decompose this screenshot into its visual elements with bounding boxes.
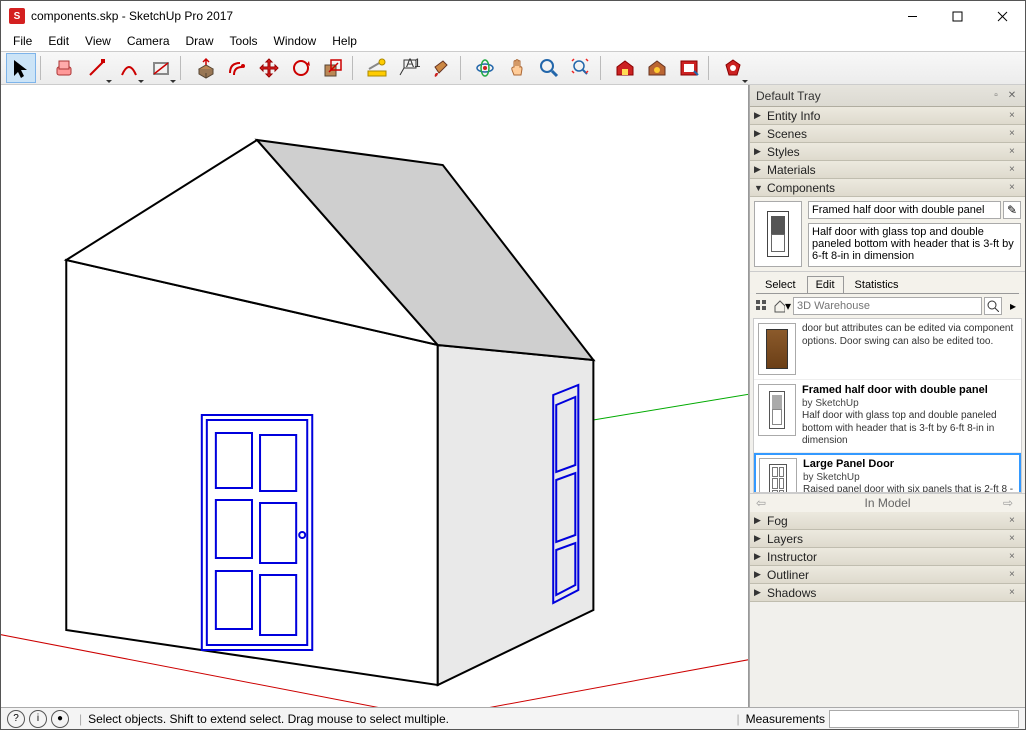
text-tool[interactable]: A1 [394,53,424,83]
panel-components[interactable]: ▼Components× [750,179,1025,197]
tab-edit[interactable]: Edit [807,276,844,294]
eraser-tool[interactable] [50,53,80,83]
viewport[interactable] [1,85,749,707]
component-desc-field[interactable]: Half door with glass top and double pane… [808,223,1021,267]
info-icon[interactable]: i [29,710,47,728]
tray-close-icon[interactable]: ✕ [1005,89,1019,103]
minimize-button[interactable] [890,1,935,31]
rotate-tool[interactable] [286,53,316,83]
offset-tool[interactable] [222,53,252,83]
list-item[interactable]: Framed half door with double panel by Sk… [754,380,1021,453]
nav-row: ⇦ In Model ⇨ [750,493,1025,512]
svg-text:A1: A1 [406,57,420,70]
user-icon[interactable]: ● [51,710,69,728]
search-row: ▾ ▸ [750,294,1025,318]
pan-tool[interactable] [502,53,532,83]
home-icon[interactable]: ▾ [773,297,791,315]
panel-entity-info[interactable]: ▶Entity Info× [750,107,1025,125]
help-icon[interactable]: ? [7,710,25,728]
pin-icon[interactable]: ▫ [989,89,1003,103]
maximize-button[interactable] [935,1,980,31]
separator [352,56,358,80]
zoom-tool[interactable] [534,53,564,83]
line-tool[interactable] [82,53,112,83]
close-button[interactable] [980,1,1025,31]
titlebar: S components.skp - SketchUp Pro 2017 [1,1,1025,31]
measurements-label: Measurements [746,712,825,726]
nav-next-icon[interactable]: ⇨ [1003,496,1019,510]
panel-fog[interactable]: ▶Fog× [750,512,1025,530]
paint-tool[interactable] [426,53,456,83]
nav-prev-icon[interactable]: ⇦ [756,496,772,510]
tray-title[interactable]: Default Tray ▫ ✕ [750,85,1025,107]
tape-tool[interactable] [362,53,392,83]
statusbar: ? i ● | Select objects. Shift to extend … [1,707,1025,729]
extension-warehouse-tool[interactable] [642,53,672,83]
warehouse-tool[interactable] [610,53,640,83]
pushpull-tool[interactable] [190,53,220,83]
panel-materials[interactable]: ▶Materials× [750,161,1025,179]
menu-file[interactable]: File [5,32,40,50]
scale-tool[interactable] [318,53,348,83]
menubar: File Edit View Camera Draw Tools Window … [1,31,1025,51]
measurements-field[interactable] [829,710,1019,728]
component-tabs: Select Edit Statistics [750,272,1025,293]
status-hint: Select objects. Shift to extend select. … [88,712,730,726]
orbit-tool[interactable] [470,53,500,83]
menu-tools[interactable]: Tools [222,32,266,50]
panel-instructor[interactable]: ▶Instructor× [750,548,1025,566]
separator [460,56,466,80]
search-button[interactable] [984,297,1002,315]
separator [180,56,186,80]
panel-shadows[interactable]: ▶Shadows× [750,584,1025,602]
menu-help[interactable]: Help [324,32,365,50]
toolbar: A1 [1,51,1025,85]
panel-scenes[interactable]: ▶Scenes× [750,125,1025,143]
panel-outliner[interactable]: ▶Outliner× [750,566,1025,584]
menu-view[interactable]: View [77,32,119,50]
menu-window[interactable]: Window [266,32,325,50]
nav-label: In Model [772,496,1003,510]
app-icon: S [9,8,25,24]
tray-title-label: Default Tray [756,89,821,103]
rectangle-tool[interactable] [146,53,176,83]
panel-styles[interactable]: ▶Styles× [750,143,1025,161]
component-list[interactable]: door but attributes can be edited via co… [753,318,1022,493]
component-name-field[interactable] [808,201,1001,219]
search-input[interactable] [793,297,982,315]
select-tool[interactable] [6,53,36,83]
menu-edit[interactable]: Edit [40,32,77,50]
arc-tool[interactable] [114,53,144,83]
tab-select[interactable]: Select [756,276,805,293]
panel-layers[interactable]: ▶Layers× [750,530,1025,548]
search-next-icon[interactable]: ▸ [1004,297,1022,315]
tab-statistics[interactable]: Statistics [846,276,908,293]
layout-tool[interactable] [674,53,704,83]
component-detail: ✎ Half door with glass top and double pa… [750,197,1025,272]
separator [40,56,46,80]
component-thumbnail [754,201,802,267]
view-mode-icon[interactable] [753,297,771,315]
list-item-selected[interactable]: Large Panel Door by SketchUp Raised pane… [754,453,1021,493]
zoom-extents-tool[interactable] [566,53,596,83]
edit-name-icon[interactable]: ✎ [1003,201,1021,219]
move-tool[interactable] [254,53,284,83]
list-item[interactable]: door but attributes can be edited via co… [754,319,1021,380]
workspace: Default Tray ▫ ✕ ▶Entity Info× ▶Scenes× … [1,85,1025,707]
separator [600,56,606,80]
extension-tool[interactable] [718,53,748,83]
window-title: components.skp - SketchUp Pro 2017 [31,9,890,23]
tray: Default Tray ▫ ✕ ▶Entity Info× ▶Scenes× … [749,85,1025,707]
menu-camera[interactable]: Camera [119,32,178,50]
menu-draw[interactable]: Draw [178,32,222,50]
separator [708,56,714,80]
